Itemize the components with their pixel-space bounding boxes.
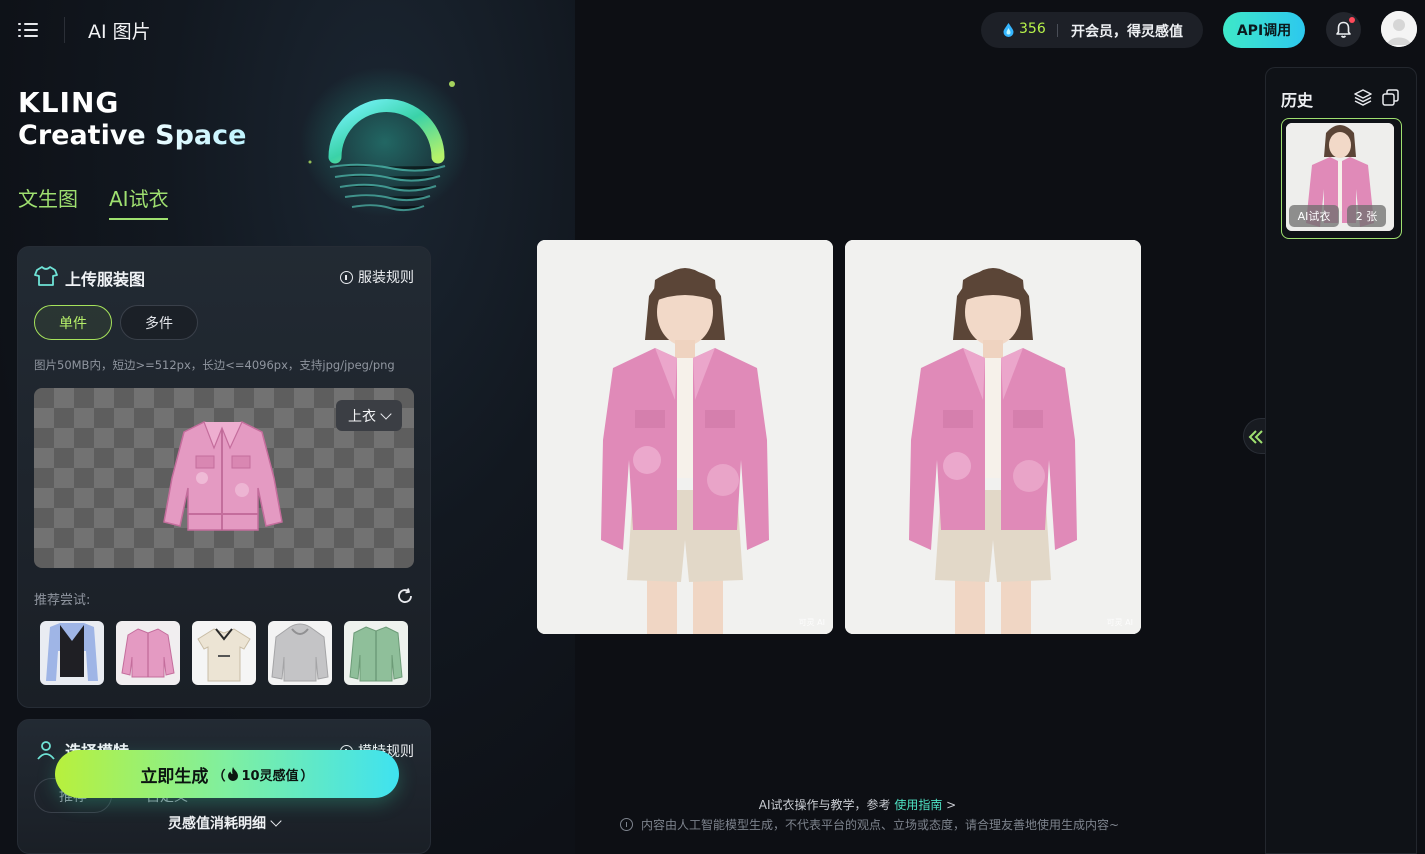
result-image-1[interactable]: 可灵 AI xyxy=(537,240,833,634)
multi-item-button[interactable]: 多件 xyxy=(120,305,198,340)
avatar-person-icon xyxy=(1381,11,1417,47)
tutorial-text: AI试衣操作与教学，参考 xyxy=(758,798,891,812)
ai-disclaimer: 内容由人工智能模型生成，不代表平台的观点、立场或态度，请合理友善地使用生成内容~ xyxy=(620,816,1119,833)
uploaded-jacket-image xyxy=(163,421,283,531)
polo-shirt-image xyxy=(192,621,256,685)
consumption-details-link[interactable]: 灵感值消耗明细 xyxy=(168,813,282,833)
history-item[interactable]: AI试衣 2 张 xyxy=(1281,118,1402,239)
tab-ai-tryon[interactable]: AI试衣 xyxy=(109,183,169,212)
chevron-down-icon xyxy=(380,407,392,420)
upload-garment-card: 上传服装图 服装规则 单件 多件 图片50MB内，短边>=512px，长边<=4… xyxy=(17,246,431,708)
api-button[interactable]: API调用 xyxy=(1223,12,1305,48)
vest-shirt-image xyxy=(40,621,104,685)
recommend-thumb-green-jacket[interactable] xyxy=(344,621,408,685)
model-photo-1 xyxy=(537,240,833,634)
info-icon xyxy=(340,270,353,284)
garment-upload-dropzone[interactable]: 上衣 xyxy=(34,388,414,568)
recommend-label: 推荐尝试: xyxy=(34,593,91,608)
model-photo-2 xyxy=(845,240,1141,634)
result-image-2[interactable]: 可灵 AI xyxy=(845,240,1141,634)
layers-icon[interactable] xyxy=(1354,89,1372,106)
membership-link[interactable]: 开会员，得灵感值 xyxy=(1071,21,1183,41)
topbar-divider xyxy=(64,17,65,43)
collapse-history-button[interactable] xyxy=(1243,418,1265,454)
generate-button[interactable]: 立即生成 （ 10灵感值 ） xyxy=(55,750,399,798)
cost-value: 10灵感值 xyxy=(241,768,299,784)
tab-text-to-image[interactable]: 文生图 xyxy=(18,183,78,212)
disclaimer-text: 内容由人工智能模型生成，不代表平台的观点、立场或态度，请合理友善地使用生成内容~ xyxy=(641,818,1120,832)
menu-icon[interactable] xyxy=(18,20,40,40)
multi-select-icon[interactable] xyxy=(1382,89,1399,106)
recommend-thumb-hoodie[interactable] xyxy=(268,621,332,685)
double-chevron-left-icon xyxy=(1248,430,1263,444)
flame-icon xyxy=(228,767,239,781)
notification-dot xyxy=(1349,17,1355,23)
generate-label: 立即生成 xyxy=(140,766,209,787)
consumption-details-label: 灵感值消耗明细 xyxy=(168,816,266,832)
refresh-icon[interactable] xyxy=(396,587,414,605)
notification-button[interactable] xyxy=(1326,12,1361,47)
recommend-thumb-pink-jacket[interactable] xyxy=(116,621,180,685)
person-icon xyxy=(37,741,55,760)
watermark: 可灵 AI xyxy=(798,618,825,627)
tshirt-icon xyxy=(34,266,58,286)
pill-divider xyxy=(1057,24,1058,37)
cost-open-paren: （ xyxy=(212,768,226,784)
brand-subtitle: Creative Space xyxy=(18,120,246,151)
category-value: 上衣 xyxy=(348,408,376,425)
history-thumbnail: AI试衣 2 张 xyxy=(1286,123,1394,231)
watermark: 可灵 AI xyxy=(1106,618,1133,627)
credits-pill[interactable]: 356 开会员，得灵感值 xyxy=(981,12,1203,48)
app-title: AI 图片 xyxy=(88,21,151,43)
tutorial-line: AI试衣操作与教学，参考 使用指南 > xyxy=(0,796,1425,813)
top-bar: AI 图片 356 开会员，得灵感值 API调用 xyxy=(0,0,1425,60)
guide-arrow: > xyxy=(946,798,957,812)
user-avatar[interactable] xyxy=(1381,11,1417,47)
single-item-button[interactable]: 单件 xyxy=(34,305,112,340)
usage-guide-link[interactable]: 使用指南 xyxy=(894,798,942,812)
generate-cost: （ 10灵感值 ） xyxy=(212,765,314,784)
cost-close-paren: ） xyxy=(300,768,314,784)
recommend-thumb-polo[interactable] xyxy=(192,621,256,685)
chevron-down-icon xyxy=(270,815,282,827)
bell-icon xyxy=(1336,21,1351,38)
history-count-badge: 2 张 xyxy=(1347,205,1386,227)
recommend-thumb-vest-shirt[interactable] xyxy=(40,621,104,685)
history-type-badge: AI试衣 xyxy=(1289,205,1339,227)
gray-hoodie-image xyxy=(268,621,332,685)
garment-rules-link[interactable]: 服装规则 xyxy=(340,267,414,287)
brand-subtitle-text: Creative Space xyxy=(18,120,247,151)
info-icon xyxy=(620,818,633,831)
brand-title: KLING xyxy=(18,86,120,119)
upload-card-title: 上传服装图 xyxy=(65,270,146,289)
upload-requirements-hint: 图片50MB内，短边>=512px，长边<=4096px，支持jpg/jpeg/… xyxy=(34,358,395,372)
garment-category-select[interactable]: 上衣 xyxy=(336,400,402,431)
history-title: 历史 xyxy=(1281,91,1314,110)
history-panel: 历史 AI试衣 2 张 xyxy=(1265,67,1417,854)
glowing-ring-artwork xyxy=(300,67,470,217)
green-jacket-image xyxy=(344,621,408,685)
garment-rules-label: 服装规则 xyxy=(358,270,414,286)
pink-jacket-image xyxy=(116,621,180,685)
credit-drop-icon xyxy=(1003,23,1014,37)
active-tab-indicator xyxy=(109,218,168,220)
credits-count: 356 xyxy=(1019,21,1046,37)
